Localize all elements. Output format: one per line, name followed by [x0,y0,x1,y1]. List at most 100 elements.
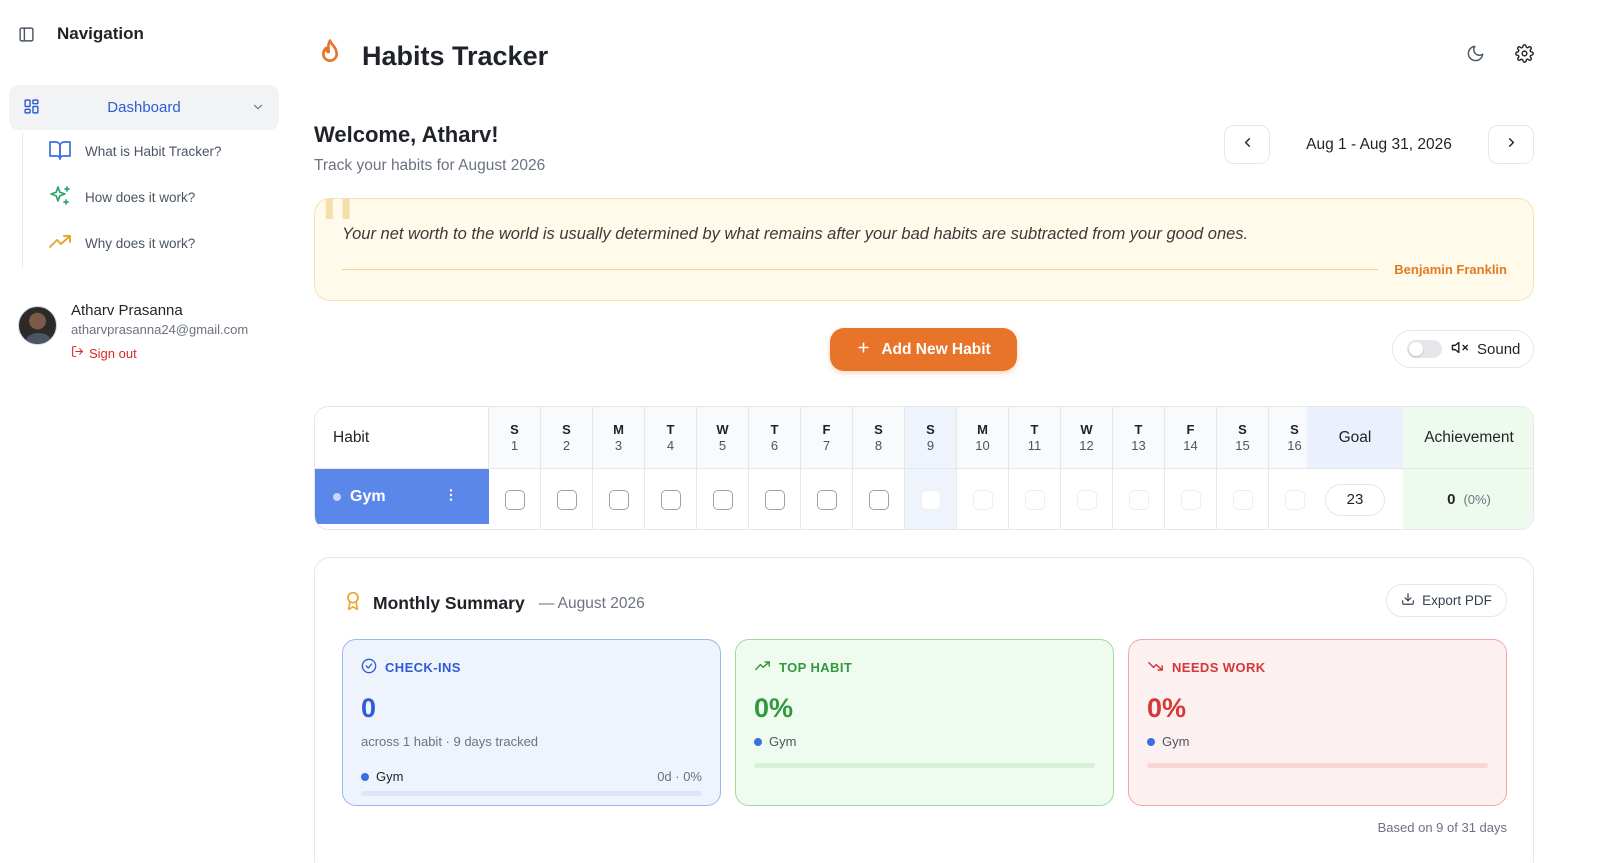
habit-name: Gym [350,487,386,505]
top-habit-label: TOP HABIT [779,660,853,675]
sign-out-button[interactable]: Sign out [71,345,248,361]
achievement-column: Achievement 0 (0%) [1403,407,1533,529]
sidebar-item-what-is[interactable]: What is Habit Tracker? [47,138,222,165]
day-number: 4 [666,438,675,453]
day-cell [853,469,904,529]
day-cell [1165,469,1216,529]
sidebar-item-label: How does it work? [85,190,196,205]
sidebar-item-why-works[interactable]: Why does it work? [47,230,195,257]
day-number: 14 [1183,438,1198,453]
sidebar-item-dashboard[interactable]: Dashboard [9,85,279,130]
day-column: S1 [489,407,541,529]
summary-title: Monthly Summary [373,593,525,613]
more-vertical-icon[interactable] [443,487,459,508]
day-weekday: T [666,422,675,437]
habit-color-dot [1147,737,1155,746]
habit-checkbox[interactable] [816,489,837,510]
sidebar-title: Navigation [57,24,144,43]
day-header: M3 [593,407,644,469]
day-weekday: M [613,422,624,437]
day-number: 9 [926,438,935,453]
user-profile: Atharv Prasanna atharvprasanna24@gmail.c… [18,302,248,361]
day-column: M3 [593,407,645,529]
sidebar-toggle-icon[interactable] [18,26,35,43]
day-cell [1113,469,1164,529]
day-column: T 11 [1009,407,1061,529]
habit-checkbox[interactable] [504,489,525,510]
day-weekday: T [1030,422,1039,437]
day-column: S9 [905,407,957,529]
user-email: atharvprasanna24@gmail.com [71,322,249,337]
habit-checkbox[interactable] [608,489,629,510]
habit-table: Habit S 1 S 2 M 3 T 4 W 5 T 6 F 7 S 8 S 9 M 10 T 11 W 12 T 13 F 14 S… [314,406,1534,530]
habit-row-gym[interactable]: Gym [315,469,489,524]
achievement-percent: (0%) [1463,492,1491,507]
day-cell [1009,469,1060,529]
top-habit-progress-bar [754,763,1095,768]
day-weekday: T [1134,422,1143,437]
habit-checkbox[interactable] [712,489,733,510]
welcome-subtitle: Track your habits for August 2026 [314,157,546,174]
sidebar: Navigation Dashboard What is Habit Track… [0,0,290,863]
welcome-title: Welcome, Atharv! [314,122,499,147]
checkins-sub: across 1 habit · 9 days tracked [361,734,539,749]
checkins-value: 0 [361,693,377,723]
needs-work-label: NEEDS WORK [1172,660,1266,675]
day-number: 6 [770,438,779,453]
check-circle-icon [361,658,377,677]
goal-column: Goal 23 [1307,407,1403,529]
top-habit-row: Gym [754,734,1095,749]
day-number: 1 [510,438,519,453]
habit-color-dot [754,737,762,746]
needs-work-card: NEEDS WORK 0% Gym [1128,639,1507,806]
day-weekday: S [874,422,883,437]
prev-month-button[interactable] [1224,125,1270,164]
day-column: F 14 [1165,407,1217,529]
avatar [18,306,57,345]
day-column: T4 [645,407,697,529]
habit-checkbox [1128,489,1149,510]
habit-checkbox[interactable] [660,489,681,510]
day-weekday: S [1238,422,1247,437]
summary-month: — August 2026 [538,594,645,612]
sidebar-item-how-works[interactable]: How does it work? [47,184,195,211]
habit-color-dot [333,492,341,501]
sound-toggle[interactable]: Sound [1392,330,1534,368]
habit-checkbox[interactable] [868,489,889,510]
goal-input[interactable]: 23 [1325,483,1385,516]
day-weekday: S [562,422,571,437]
award-icon [343,590,363,617]
book-open-icon [47,138,73,165]
quote-divider [342,269,1378,270]
checkins-habit-row: Gym 0d · 0% [361,769,702,784]
sound-switch[interactable] [1407,340,1442,358]
day-header: F7 [801,407,852,469]
day-header: S 15 [1217,407,1268,469]
app-root: Navigation Dashboard What is Habit Track… [0,0,1600,863]
habit-column-header: Habit [315,407,489,469]
chevron-down-icon[interactable] [251,100,265,119]
habit-checkbox [920,489,941,510]
day-cell [905,469,956,529]
add-habit-button[interactable]: Add New Habit [830,328,1017,371]
day-column: S 15 [1217,407,1269,529]
day-header: T 11 [1009,407,1060,469]
checkins-card: CHECK-INS 0 across 1 habit · 9 days trac… [342,639,721,806]
day-cell [1217,469,1268,529]
day-column: M 10 [957,407,1009,529]
day-number: 2 [562,438,571,453]
export-pdf-button[interactable]: Export PDF [1386,584,1507,617]
sidebar-item-label: What is Habit Tracker? [85,144,222,159]
achievement-column-header: Achievement [1403,407,1533,469]
needs-work-progress-bar [1147,763,1488,768]
plus-icon [856,340,871,360]
next-month-button[interactable] [1488,125,1534,164]
needs-work-habit: Gym [1162,734,1190,749]
day-number: 10 [975,438,990,453]
day-cell [593,469,644,529]
habit-checkbox[interactable] [764,489,785,510]
day-number: 12 [1079,438,1094,453]
gear-icon[interactable] [1515,44,1534,68]
moon-icon[interactable] [1466,44,1485,68]
habit-checkbox[interactable] [556,489,577,510]
